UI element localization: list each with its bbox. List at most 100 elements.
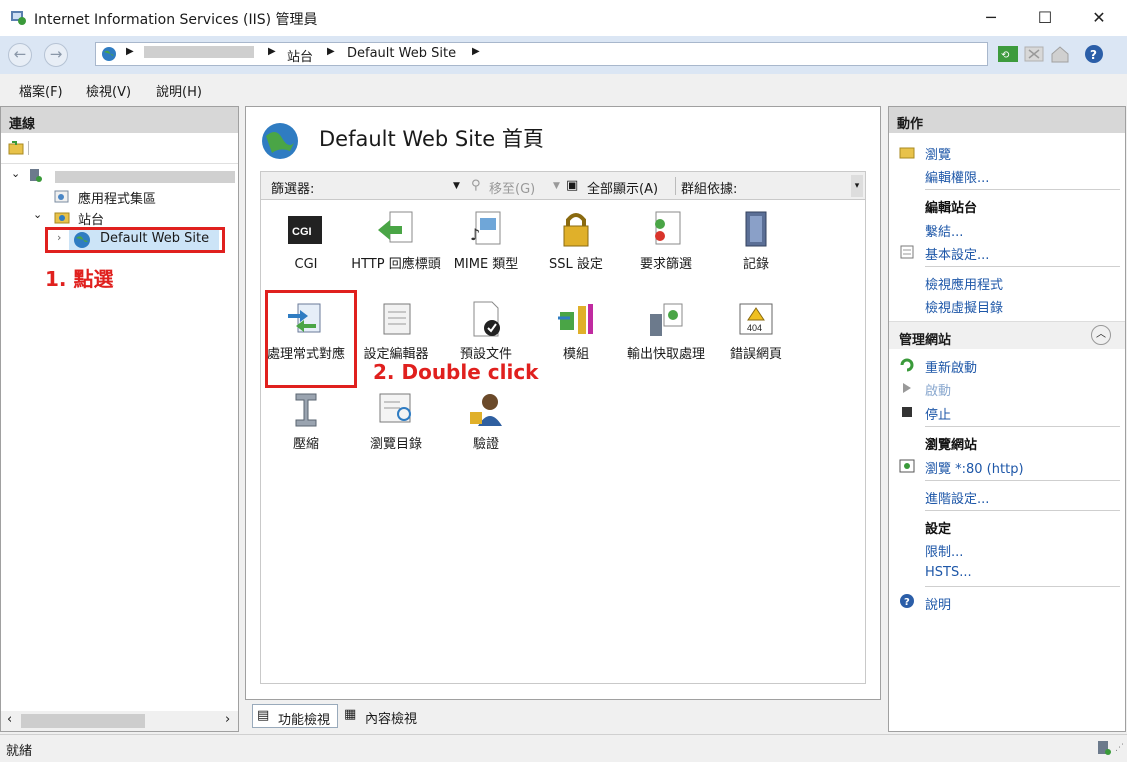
- resize-grip-icon[interactable]: ⋰: [1115, 743, 1124, 753]
- app-pools-icon: [53, 187, 71, 205]
- features-view-icon: ▤: [257, 708, 270, 723]
- divider: [925, 480, 1120, 481]
- menu-file[interactable]: 檔案(F): [19, 81, 63, 100]
- menu-help[interactable]: 說明(H): [156, 81, 202, 100]
- action-view-virtual-directories[interactable]: 檢視虛擬目錄: [925, 297, 1003, 316]
- action-view-applications[interactable]: 檢視應用程式: [925, 274, 1003, 293]
- connections-panel: 連線 ⌄ 應用程式集區 ⌄ 站台 › Default Web Site 1. 點…: [0, 106, 239, 732]
- config-editor-icon: [376, 300, 416, 340]
- svg-text:?: ?: [1090, 48, 1097, 62]
- go-dropdown-icon[interactable]: ▼: [553, 181, 560, 191]
- go-button[interactable]: 移至(G): [489, 178, 535, 197]
- expand-sites-chevron-icon[interactable]: ⌄: [33, 208, 42, 221]
- feature-directory-browsing[interactable]: 瀏覽目錄: [351, 390, 441, 453]
- authentication-icon: [466, 390, 506, 430]
- divider: [925, 189, 1120, 190]
- action-stop[interactable]: 停止: [925, 404, 951, 423]
- content-view-icon: ▦: [344, 707, 357, 722]
- feature-output-caching[interactable]: 輸出快取處理: [621, 300, 711, 363]
- filter-bar: 篩選器: ▼ ⚲ 移至(G) ▼ ▣ 全部顯示(A) 群組依據: ▾: [260, 171, 866, 200]
- feature-compression[interactable]: 壓縮: [261, 390, 351, 453]
- tab-features-view[interactable]: ▤ 功能檢視: [252, 704, 338, 728]
- filter-input[interactable]: [325, 175, 465, 196]
- scrollbar-thumb[interactable]: [21, 714, 145, 728]
- feature-authentication[interactable]: 驗證: [441, 390, 531, 453]
- show-all-button[interactable]: 全部顯示(A): [587, 178, 658, 197]
- explore-folder-icon: [899, 144, 915, 160]
- stop-icon[interactable]: [1023, 43, 1045, 65]
- crumb-sites[interactable]: 站台: [287, 46, 313, 65]
- feature-modules[interactable]: 模組: [531, 300, 621, 363]
- feature-http-response-headers[interactable]: HTTP 回應標頭: [351, 210, 441, 273]
- svg-text:⟲: ⟲: [1001, 50, 1010, 61]
- expand-site-chevron-icon[interactable]: ›: [57, 231, 61, 244]
- home-icon[interactable]: [1049, 43, 1071, 65]
- expand-server-chevron-icon[interactable]: ⌄: [11, 167, 20, 180]
- server-crumb[interactable]: [144, 46, 254, 58]
- tree-app-pools[interactable]: 應用程式集區: [78, 188, 156, 207]
- address-bar[interactable]: ▶ ▶ 站台 ▶ Default Web Site ▶: [95, 42, 988, 66]
- action-limits[interactable]: 限制...: [925, 541, 963, 560]
- tree-sites[interactable]: 站台: [78, 209, 104, 228]
- action-advanced-settings[interactable]: 進階設定...: [925, 488, 989, 507]
- output-cache-icon: [646, 300, 686, 340]
- mime-icon: ♪: [466, 210, 506, 250]
- collapse-chevron-icon[interactable]: ︿: [1091, 325, 1111, 345]
- new-connection-icon[interactable]: [7, 139, 25, 157]
- server-name-redacted[interactable]: [55, 171, 235, 183]
- action-help[interactable]: 說明: [925, 594, 951, 613]
- action-hsts[interactable]: HSTS...: [925, 565, 972, 580]
- section-browse-site: 瀏覽網站: [925, 438, 978, 453]
- action-browse-80[interactable]: 瀏覽 *:80 (http): [925, 458, 1024, 477]
- action-restart[interactable]: 重新啟動: [925, 357, 977, 376]
- maximize-button[interactable]: ☐: [1022, 0, 1068, 36]
- back-arrow-icon[interactable]: ←: [8, 43, 32, 67]
- chevron-right-icon[interactable]: ▶: [327, 46, 335, 57]
- minimize-button[interactable]: ─: [968, 0, 1014, 36]
- tree-default-web-site[interactable]: Default Web Site: [100, 231, 209, 246]
- action-start[interactable]: 啟動: [925, 380, 951, 399]
- menu-bar: 檔案(F) 檢視(V) 說明(H): [0, 74, 1127, 104]
- feature-ssl-settings[interactable]: SSL 設定: [531, 210, 621, 273]
- feature-configuration-editor[interactable]: 設定編輯器: [351, 300, 441, 363]
- refresh-icon[interactable]: ⟲: [997, 43, 1019, 65]
- feature-cgi[interactable]: CGI CGI: [261, 210, 351, 273]
- iis-app-icon: [9, 8, 27, 26]
- tab-content-view[interactable]: ▦ 內容檢視: [342, 704, 432, 728]
- action-basic-settings[interactable]: 基本設定...: [925, 244, 989, 263]
- restart-icon: [899, 357, 915, 373]
- basic-settings-icon: [899, 244, 915, 260]
- help-icon[interactable]: ?: [1083, 43, 1105, 65]
- feature-logging[interactable]: 記錄: [711, 210, 801, 273]
- cgi-icon: CGI: [286, 210, 326, 250]
- menu-view[interactable]: 檢視(V): [86, 81, 131, 100]
- default-document-icon: [466, 300, 506, 340]
- svg-text:?: ?: [904, 597, 910, 608]
- ssl-lock-icon: [556, 210, 596, 250]
- crumb-default-site[interactable]: Default Web Site: [347, 46, 456, 61]
- group-by-label[interactable]: 群組依據:: [681, 178, 737, 197]
- chevron-right-icon[interactable]: ▶: [268, 46, 276, 57]
- feature-error-pages[interactable]: 404 錯誤網頁: [711, 300, 801, 363]
- forward-arrow-icon[interactable]: →: [44, 43, 68, 67]
- action-explore[interactable]: 瀏覽: [925, 144, 951, 163]
- chevron-right-icon[interactable]: ▶: [472, 46, 480, 57]
- close-button[interactable]: ✕: [1076, 0, 1122, 36]
- feature-mime-types[interactable]: ♪ MIME 類型: [441, 210, 531, 273]
- horizontal-scrollbar[interactable]: ‹ ›: [1, 711, 238, 731]
- feature-default-document[interactable]: 預設文件: [441, 300, 531, 363]
- page-title: Default Web Site 首頁: [319, 127, 544, 151]
- filter-dropdown-icon[interactable]: ▼: [453, 181, 460, 191]
- request-filter-icon: [646, 210, 686, 250]
- site-globe-icon: [73, 231, 91, 249]
- chevron-right-icon[interactable]: ▶: [126, 46, 134, 57]
- feature-request-filtering[interactable]: 要求篩選: [621, 210, 711, 273]
- filter-scroll-icon[interactable]: ▾: [851, 175, 863, 197]
- start-icon: [899, 380, 915, 396]
- manage-site-header[interactable]: 管理網站 ︿: [889, 321, 1125, 349]
- action-bindings[interactable]: 繫結...: [925, 221, 963, 240]
- view-tabs: ▤ 功能檢視 ▦ 內容檢視: [250, 702, 550, 730]
- svg-text:♪: ♪: [470, 225, 480, 244]
- action-edit-permissions[interactable]: 編輯權限...: [925, 167, 989, 186]
- actions-panel: 動作 瀏覽 編輯權限... 編輯站台 繫結... 基本設定... 檢視應用程式 …: [888, 106, 1126, 732]
